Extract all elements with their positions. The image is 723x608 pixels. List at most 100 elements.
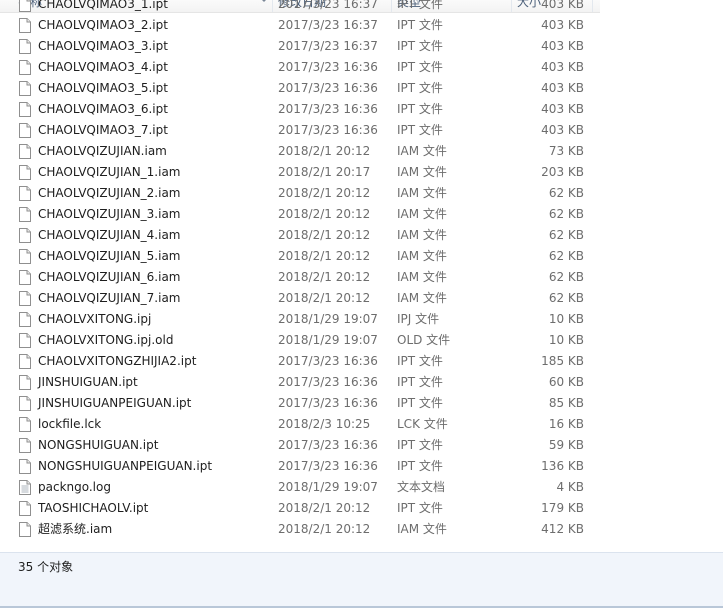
file-name: CHAOLVXITONG.ipj.old	[38, 333, 174, 347]
file-type: IPT 文件	[397, 18, 443, 32]
file-name: CHAOLVQIZUJIAN_4.iam	[38, 228, 181, 242]
file-date: 2017/3/23 16:36	[278, 459, 378, 473]
file-date: 2017/3/23 16:37	[278, 18, 378, 32]
file-name: CHAOLVQIMAO3_2.ipt	[38, 18, 168, 32]
file-icon	[19, 186, 31, 201]
file-row[interactable]: JINSHUIGUANPEIGUAN.ipt 2017/3/23 16:36 IPT…	[0, 393, 600, 414]
file-date: 2017/3/23 16:37	[278, 39, 378, 53]
file-row[interactable]: CHAOLVQIZUJIAN_4.iam 2018/2/1 20:12 IAM 文件…	[0, 225, 600, 246]
file-row[interactable]: CHAOLVXITONGZHIJIA2.ipt 2017/3/23 16:36 IP…	[0, 351, 600, 372]
file-row[interactable]: packngo.log 2018/1/29 19:07 文本文档 4 KB	[0, 477, 600, 498]
file-row[interactable]: CHAOLVQIMAO3_4.ipt 2017/3/23 16:36 IPT 文件 4…	[0, 57, 600, 78]
file-date: 2018/2/1 20:12	[278, 249, 371, 263]
file-date: 2017/3/23 16:36	[278, 60, 378, 74]
file-row[interactable]: CHAOLVXITONG.ipj 2018/1/29 19:07 IPJ 文件 10 …	[0, 309, 600, 330]
file-row[interactable]: CHAOLVQIZUJIAN_3.iam 2018/2/1 20:12 IAM 文件…	[0, 204, 600, 225]
file-row[interactable]: CHAOLVQIZUJIAN_5.iam 2018/2/1 20:12 IAM 文件…	[0, 246, 600, 267]
file-date: 2018/2/3 10:25	[278, 417, 371, 431]
file-size: 62 KB	[548, 228, 584, 242]
file-icon	[19, 228, 31, 243]
file-size: 62 KB	[548, 249, 584, 263]
file-size: 403 KB	[541, 60, 584, 74]
text-document-icon	[19, 480, 31, 495]
file-icon	[19, 333, 31, 348]
file-date: 2018/2/1 20:12	[278, 501, 371, 515]
file-name: CHAOLVQIZUJIAN_5.iam	[38, 249, 181, 263]
file-icon	[19, 18, 31, 33]
file-type: IAM 文件	[397, 522, 447, 536]
file-row[interactable]: CHAOLVQIMAO3_5.ipt 2017/3/23 16:36 IPT 文件 4…	[0, 78, 600, 99]
file-icon	[19, 522, 31, 537]
file-row[interactable]: CHAOLVQIMAO3_6.ipt 2017/3/23 16:36 IPT 文件 4…	[0, 99, 600, 120]
file-type: IPT 文件	[397, 354, 443, 368]
file-date: 2017/3/23 16:36	[278, 375, 378, 389]
file-type: IAM 文件	[397, 291, 447, 305]
file-size: 59 KB	[548, 438, 584, 452]
file-name: CHAOLVQIMAO3_7.ipt	[38, 123, 168, 137]
file-row[interactable]: TAOSHICHAOLV.ipt 2018/2/1 20:12 IPT 文件 179 …	[0, 498, 600, 519]
file-size: 85 KB	[548, 396, 584, 410]
file-name: CHAOLVQIZUJIAN_3.iam	[38, 207, 181, 221]
file-name: NONGSHUIGUANPEIGUAN.ipt	[38, 459, 213, 473]
file-type: IPT 文件	[397, 375, 443, 389]
file-type: IAM 文件	[397, 228, 447, 242]
file-size: 62 KB	[548, 207, 584, 221]
file-row[interactable]: CHAOLVQIMAO3_7.ipt 2017/3/23 16:36 IPT 文件 4…	[0, 120, 600, 141]
file-type: IPT 文件	[397, 396, 443, 410]
file-type: IPT 文件	[397, 81, 443, 95]
file-row[interactable]: 超滤系统.iam 2018/2/1 20:12 IAM 文件 412 KB	[0, 519, 600, 540]
file-row[interactable]: NONGSHUIGUANPEIGUAN.ipt 2017/3/23 16:36 IP…	[0, 456, 600, 477]
file-date: 2017/3/23 16:36	[278, 438, 378, 452]
file-size: 403 KB	[541, 123, 584, 137]
file-date: 2018/2/1 20:12	[278, 270, 371, 284]
file-row[interactable]: CHAOLVQIZUJIAN.iam 2018/2/1 20:12 IAM 文件 73…	[0, 141, 600, 162]
file-icon	[19, 0, 31, 12]
file-name: JINSHUIGUANPEIGUAN.ipt	[38, 396, 192, 410]
file-date: 2018/2/1 20:12	[278, 291, 371, 305]
status-bar: 35 个对象	[0, 552, 723, 608]
file-type: IPT 文件	[397, 102, 443, 116]
file-row[interactable]: CHAOLVQIZUJIAN_1.iam 2018/2/1 20:17 IAM 文件…	[0, 162, 600, 183]
file-icon	[19, 39, 31, 54]
file-type: IPT 文件	[397, 60, 443, 74]
file-date: 2018/1/29 19:07	[278, 333, 378, 347]
file-name: CHAOLVQIMAO3_3.ipt	[38, 39, 168, 53]
file-name: JINSHUIGUAN.ipt	[38, 375, 138, 389]
file-row[interactable]: CHAOLVQIZUJIAN_7.iam 2018/2/1 20:12 IAM 文件…	[0, 288, 600, 309]
file-type: IPT 文件	[397, 123, 443, 137]
file-type: IPT 文件	[397, 39, 443, 53]
file-type: IPT 文件	[397, 501, 443, 515]
file-size: 403 KB	[541, 0, 584, 11]
file-row[interactable]: CHAOLVQIMAO3_1.ipt 2017/3/23 16:37 IPT 文件 4…	[0, 0, 600, 15]
file-row[interactable]: CHAOLVQIMAO3_2.ipt 2017/3/23 16:37 IPT 文件 4…	[0, 15, 600, 36]
file-row[interactable]: CHAOLVQIZUJIAN_6.iam 2018/2/1 20:12 IAM 文件…	[0, 267, 600, 288]
file-row[interactable]: lockfile.lck 2018/2/3 10:25 LCK 文件 16 KB	[0, 414, 600, 435]
file-date: 2017/3/23 16:36	[278, 102, 378, 116]
file-type: OLD 文件	[397, 333, 451, 347]
file-row[interactable]: CHAOLVXITONG.ipj.old 2018/1/29 19:07 OLD 文…	[0, 330, 600, 351]
file-name: CHAOLVQIZUJIAN.iam	[38, 144, 167, 158]
file-type: IPJ 文件	[397, 312, 440, 326]
file-row[interactable]: NONGSHUIGUAN.ipt 2017/3/23 16:36 IPT 文件 59 …	[0, 435, 600, 456]
file-name: packngo.log	[38, 480, 111, 494]
file-date: 2017/3/23 16:36	[278, 81, 378, 95]
file-icon	[19, 417, 31, 432]
file-size: 203 KB	[541, 165, 584, 179]
file-icon	[19, 312, 31, 327]
file-icon	[19, 459, 31, 474]
file-size: 4 KB	[556, 480, 584, 494]
file-name: CHAOLVQIMAO3_4.ipt	[38, 60, 168, 74]
file-row[interactable]: CHAOLVQIZUJIAN_2.iam 2018/2/1 20:12 IAM 文件…	[0, 183, 600, 204]
file-size: 403 KB	[541, 39, 584, 53]
file-type: IAM 文件	[397, 165, 447, 179]
file-icon	[19, 144, 31, 159]
file-icon	[19, 165, 31, 180]
file-name: CHAOLVQIMAO3_5.ipt	[38, 81, 168, 95]
file-row[interactable]: JINSHUIGUAN.ipt 2017/3/23 16:36 IPT 文件 60 K…	[0, 372, 600, 393]
file-icon	[19, 60, 31, 75]
file-name: CHAOLVQIMAO3_1.ipt	[38, 0, 168, 11]
file-icon	[19, 396, 31, 411]
file-icon	[19, 270, 31, 285]
file-row[interactable]: CHAOLVQIMAO3_3.ipt 2017/3/23 16:37 IPT 文件 4…	[0, 36, 600, 57]
file-date: 2018/2/1 20:12	[278, 522, 371, 536]
